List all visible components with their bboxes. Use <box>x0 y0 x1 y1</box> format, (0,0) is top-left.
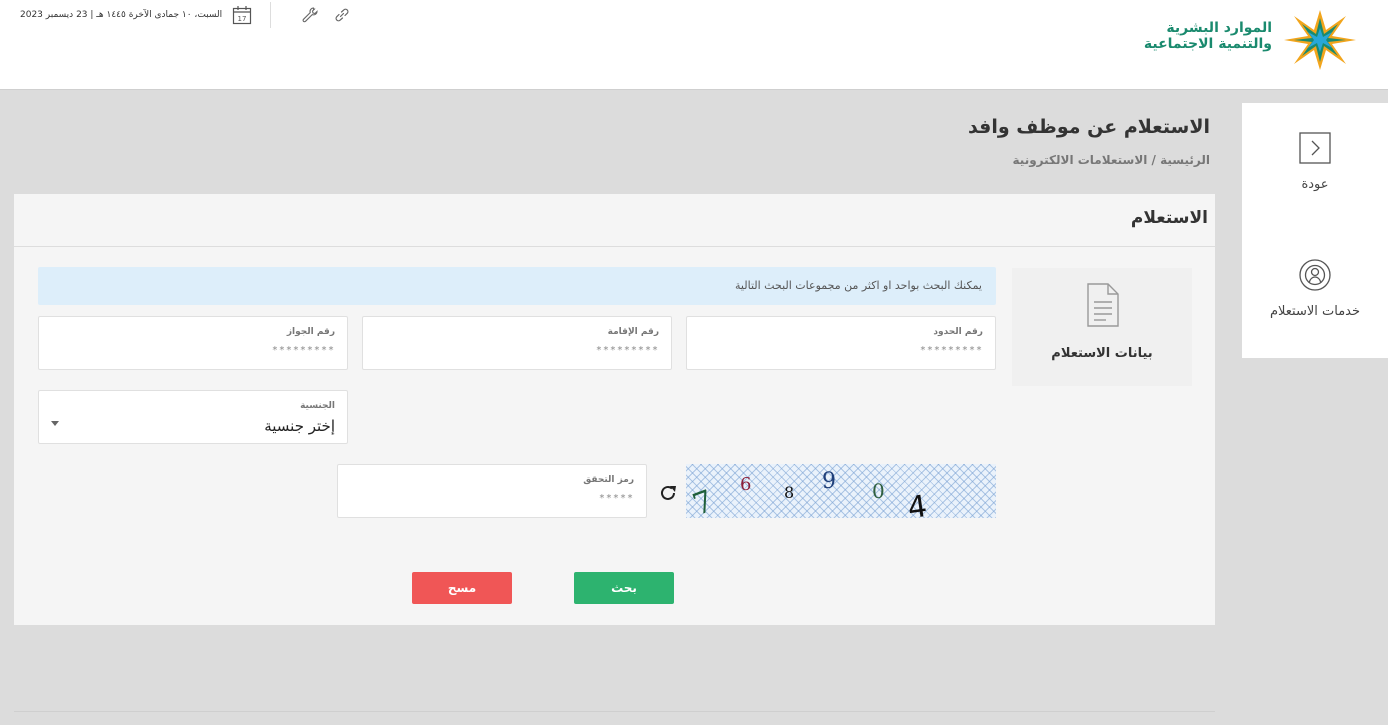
calendar-day: 17 <box>238 15 247 23</box>
wrench-icon[interactable] <box>299 4 321 26</box>
ministry-logo[interactable]: الموارد البشرية والتنمية الاجتماعية <box>1144 8 1358 72</box>
footer-divider <box>14 711 1215 712</box>
captcha-digit: 6 <box>740 474 751 495</box>
captcha-code-input[interactable] <box>354 493 634 504</box>
back-label: عودة <box>1301 177 1329 192</box>
document-icon <box>1082 282 1122 328</box>
captcha-digit: 8 <box>784 483 794 502</box>
captcha-digit: 0 <box>872 479 885 503</box>
refresh-captcha-icon[interactable] <box>658 483 678 503</box>
card-title: الاستعلام <box>1130 208 1208 228</box>
iqama-number-input[interactable] <box>379 345 659 356</box>
logo-text: الموارد البشرية والتنمية الاجتماعية <box>1144 20 1272 52</box>
top-header: الموارد البشرية والتنمية الاجتماعية السب… <box>0 0 1388 90</box>
border-number-field[interactable]: رقم الحدود <box>686 316 996 370</box>
side-nav: عودة خدمات الاستعلام <box>1242 103 1388 358</box>
captcha-image: 7 6 8 9 0 4 <box>686 464 996 518</box>
captcha-digit: 7 <box>688 484 718 518</box>
captcha-code-label: رمز التحقق <box>583 475 634 485</box>
nationality-select[interactable]: الجنسية إختر جنسية <box>38 390 348 444</box>
logo-star-icon <box>1284 10 1356 70</box>
header-tools: السبت، ١٠ جمادى الآخرة ١٤٤٥ هـ | 23 ديسم… <box>20 2 353 28</box>
breadcrumb[interactable]: الرئيسية / الاستعلامات الالكترونية <box>1013 153 1210 167</box>
calendar-icon: 17 <box>232 5 252 25</box>
logo-text-line2: والتنمية الاجتماعية <box>1143 36 1272 52</box>
border-number-label: رقم الحدود <box>933 327 983 337</box>
chevron-right-icon <box>1298 131 1332 165</box>
iqama-number-label: رقم الإقامة <box>607 327 659 337</box>
logo-text-line1: الموارد البشرية <box>1166 20 1272 36</box>
inquiry-services-label: خدمات الاستعلام <box>1269 304 1361 319</box>
back-button[interactable]: عودة <box>1242 131 1388 192</box>
search-button[interactable]: بحث <box>574 572 674 604</box>
inquiry-data-box: بيانات الاستعلام <box>1012 268 1192 386</box>
captcha-code-field[interactable]: رمز التحقق <box>337 464 647 518</box>
page-title: الاستعلام عن موظف وافد <box>967 116 1210 138</box>
captcha-digit: 4 <box>906 489 930 518</box>
nationality-selected-value: إختر جنسية <box>264 417 335 435</box>
search-hint-banner: يمكنك البحث بواحد او اكثر من مجموعات الب… <box>38 267 996 305</box>
broadcast-icon <box>1298 258 1332 292</box>
captcha-digit: 9 <box>822 469 836 494</box>
nationality-label: الجنسية <box>300 401 335 411</box>
clear-button[interactable]: مسح <box>412 572 512 604</box>
current-date: السبت، ١٠ جمادى الآخرة ١٤٤٥ هـ | 23 ديسم… <box>20 10 223 20</box>
card-header: الاستعلام <box>14 194 1215 247</box>
inquiry-card: الاستعلام بيانات الاستعلام يمكنك البحث ب… <box>14 194 1215 625</box>
caret-down-icon <box>51 421 59 426</box>
search-hint-text: يمكنك البحث بواحد او اكثر من مجموعات الب… <box>735 279 982 292</box>
link-icon[interactable] <box>331 4 353 26</box>
passport-number-input[interactable] <box>55 345 335 356</box>
header-divider <box>270 2 272 28</box>
passport-number-field[interactable]: رقم الجواز <box>38 316 348 370</box>
inquiry-services-button[interactable]: خدمات الاستعلام <box>1242 258 1388 319</box>
passport-number-label: رقم الجواز <box>286 327 335 337</box>
inquiry-data-label: بيانات الاستعلام <box>1051 346 1153 361</box>
border-number-input[interactable] <box>703 345 983 356</box>
iqama-number-field[interactable]: رقم الإقامة <box>362 316 672 370</box>
